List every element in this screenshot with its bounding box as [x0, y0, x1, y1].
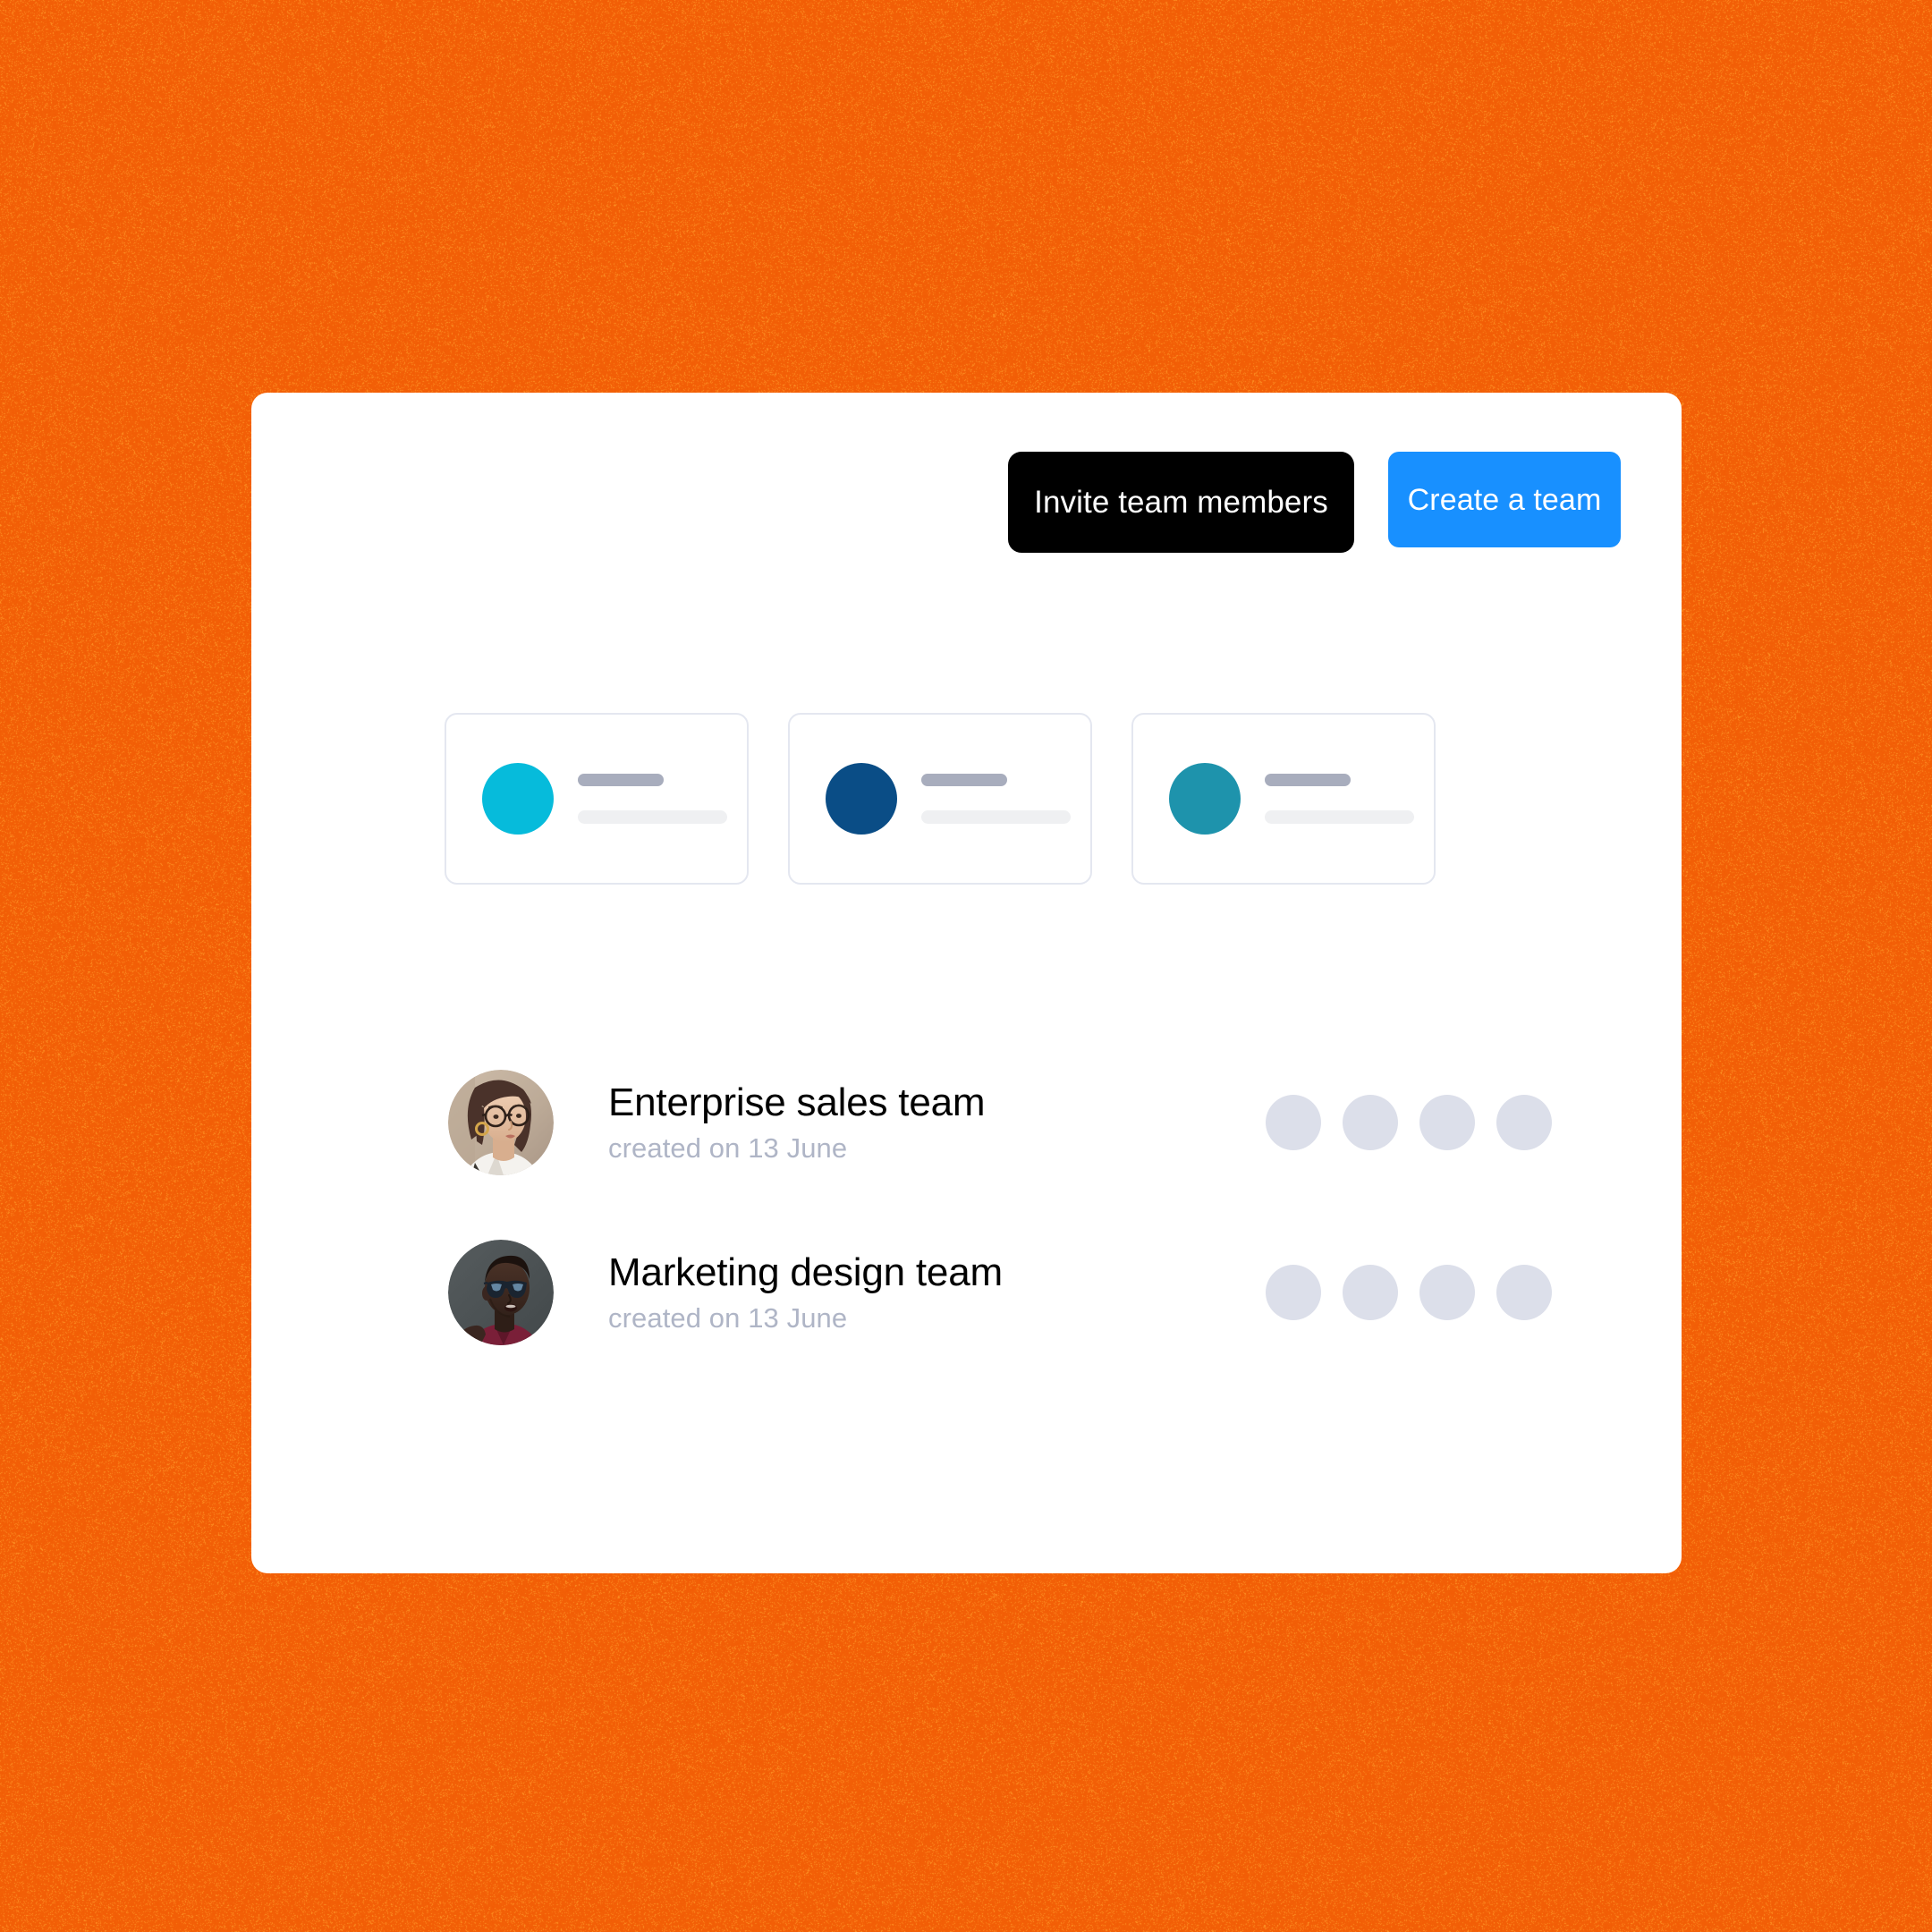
- skeleton-bar-primary: [578, 774, 664, 786]
- skeleton-bar-secondary: [578, 810, 727, 824]
- member-avatar-placeholder[interactable]: [1343, 1265, 1398, 1320]
- skeleton-avatar-circle: [826, 763, 897, 835]
- member-avatar-placeholder[interactable]: [1266, 1265, 1321, 1320]
- avatar: [448, 1240, 554, 1345]
- teams-panel: Invite team members Create a team Enterp…: [251, 393, 1682, 1573]
- skeleton-bar-secondary: [921, 810, 1071, 824]
- skeleton-card[interactable]: [1131, 713, 1436, 885]
- team-member-avatars: [1266, 1265, 1552, 1320]
- team-list-item[interactable]: Marketing design team created on 13 June: [448, 1229, 1557, 1356]
- skeleton-card-strip: [445, 713, 1436, 885]
- skeleton-bar-primary: [921, 774, 1007, 786]
- skeleton-card[interactable]: [445, 713, 749, 885]
- team-member-avatars: [1266, 1095, 1552, 1150]
- member-avatar-placeholder[interactable]: [1496, 1095, 1552, 1150]
- team-name: Enterprise sales team: [608, 1080, 986, 1125]
- member-avatar-placeholder[interactable]: [1496, 1265, 1552, 1320]
- panel-toolbar: Invite team members Create a team: [1008, 452, 1621, 553]
- team-text-block: Marketing design team created on 13 June: [608, 1250, 1266, 1335]
- skeleton-lines: [921, 774, 1090, 824]
- member-avatar-placeholder[interactable]: [1266, 1095, 1321, 1150]
- create-a-team-button[interactable]: Create a team: [1388, 452, 1621, 547]
- team-name: Marketing design team: [608, 1250, 1003, 1295]
- skeleton-avatar-circle: [1169, 763, 1241, 835]
- team-created-date: created on 13 June: [608, 1132, 848, 1165]
- skeleton-lines: [1265, 774, 1434, 824]
- skeleton-bar-primary: [1265, 774, 1351, 786]
- team-text-block: Enterprise sales team created on 13 June: [608, 1080, 1266, 1165]
- member-avatar-placeholder[interactable]: [1343, 1095, 1398, 1150]
- team-created-date: created on 13 June: [608, 1302, 848, 1335]
- member-avatar-placeholder[interactable]: [1419, 1265, 1475, 1320]
- avatar: [448, 1070, 554, 1175]
- skeleton-bar-secondary: [1265, 810, 1414, 824]
- skeleton-avatar-circle: [482, 763, 554, 835]
- team-list-item[interactable]: Enterprise sales team created on 13 June: [448, 1059, 1557, 1186]
- member-avatar-placeholder[interactable]: [1419, 1095, 1475, 1150]
- team-list: Enterprise sales team created on 13 June: [448, 1059, 1557, 1399]
- skeleton-card[interactable]: [788, 713, 1092, 885]
- invite-team-members-button[interactable]: Invite team members: [1008, 452, 1354, 553]
- skeleton-lines: [578, 774, 747, 824]
